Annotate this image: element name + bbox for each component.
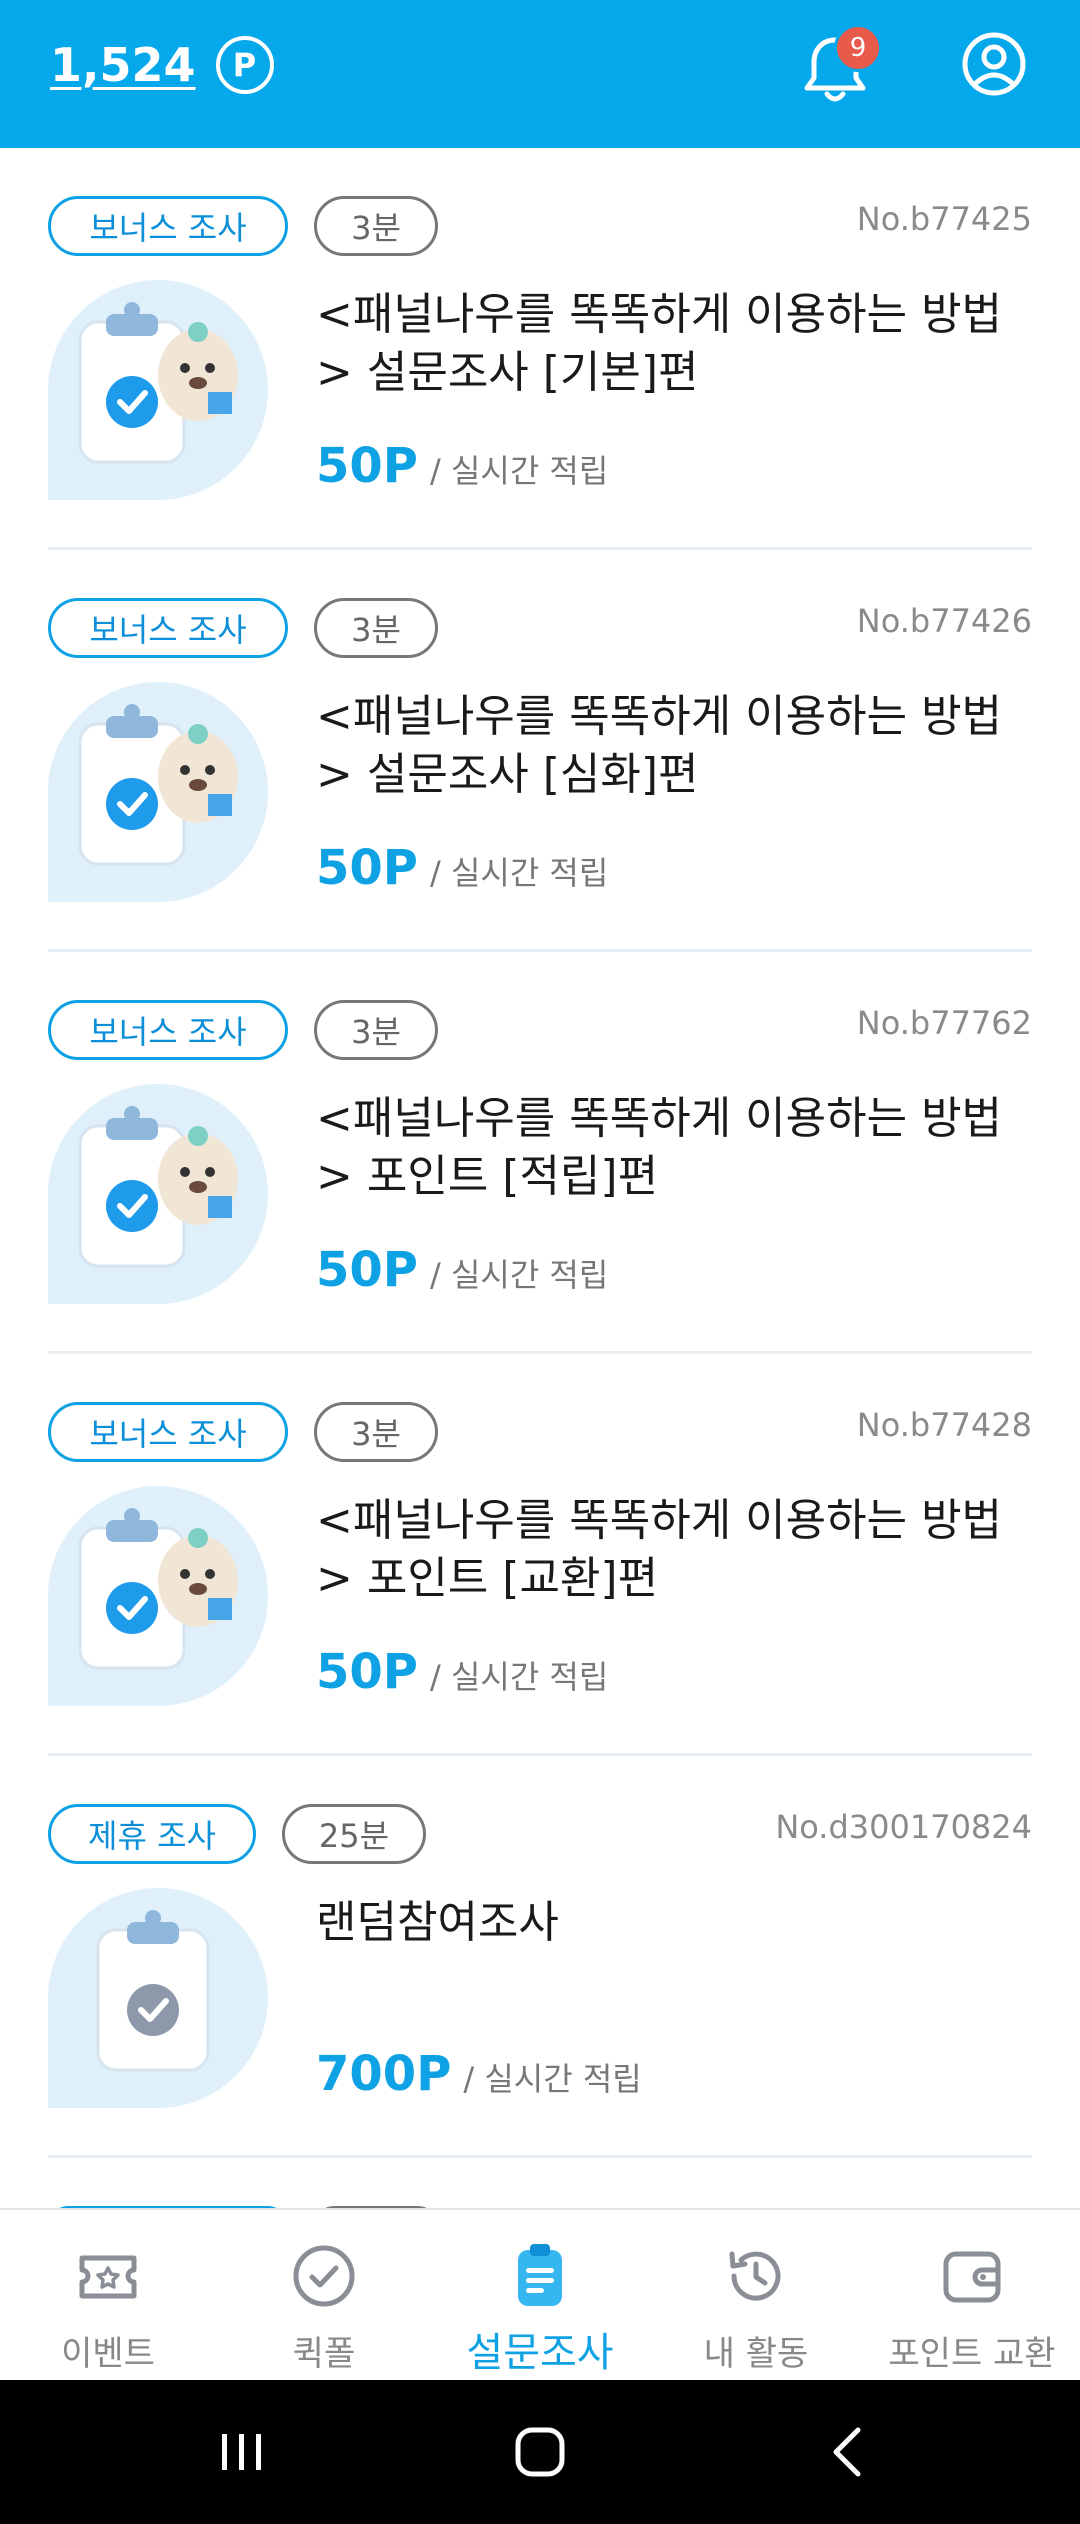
survey-card[interactable]: 보너스 조사 3분 No.b77426 <패널나우를 똑똑하게 이용하는 방법>… <box>48 550 1032 952</box>
reward-points: 50P <box>316 840 418 896</box>
survey-number: No.b77762 <box>856 1004 1032 1042</box>
survey-number: No.b77426 <box>856 602 1032 640</box>
nav-item-my-activity[interactable]: 내 활동 <box>648 2210 864 2380</box>
points-display[interactable]: 1,524 P <box>50 30 274 100</box>
clipboard-gray-icon <box>48 1888 268 2108</box>
nav-item-survey[interactable]: 설문조사 <box>432 2210 648 2380</box>
reward-note: / 실시간 적립 <box>429 1256 609 1294</box>
reward-points: 50P <box>316 438 418 494</box>
event-ticket-icon <box>79 2255 137 2299</box>
survey-title: <패널나우를 똑똑하게 이용하는 방법> 설문조사 [기본]편 <box>316 289 1003 398</box>
survey-card[interactable]: 보너스 조사 3분 No.b77425 <패널나우를 똑똑하게 이용하는 방법>… <box>48 148 1032 550</box>
survey-reward: 50P / 실시간 적립 <box>316 1644 608 1700</box>
nav-item-point-exchange[interactable]: 포인트 교환 <box>864 2210 1080 2380</box>
survey-reward: 50P / 실시간 적립 <box>316 1242 608 1298</box>
recent-apps-icon[interactable] <box>206 2416 278 2488</box>
home-icon[interactable] <box>504 2416 576 2488</box>
quickpoll-check-icon <box>293 2245 355 2307</box>
survey-duration-badge: 3분 <box>314 1000 438 1060</box>
nav-label: 이벤트 <box>61 2334 155 2374</box>
survey-title: <패널나우를 똑똑하게 이용하는 방법> 포인트 [교환]편 <box>316 1495 1003 1604</box>
clipboard-bear-icon <box>48 1486 268 1706</box>
survey-number: No.b77425 <box>856 200 1032 238</box>
survey-number: No.d300170824 <box>775 1808 1032 1846</box>
reward-note: / 실시간 적립 <box>429 452 609 490</box>
reward-note: / 실시간 적립 <box>429 1658 609 1696</box>
survey-type-tag: 보너스 조사 <box>48 1000 288 1060</box>
reward-note: / 실시간 적립 <box>429 854 609 892</box>
survey-type-tag: 보너스 조사 <box>48 598 288 658</box>
clipboard-bear-icon <box>48 682 268 902</box>
survey-type-tag: 보너스 조사 <box>48 1402 288 1462</box>
bottom-nav: 이벤트 퀵폴 설문조사 내 활동 포인트 교환 <box>0 2208 1080 2380</box>
reward-points: 50P <box>316 1644 418 1700</box>
survey-duration-badge: 25분 <box>282 1804 426 1864</box>
nav-item-quickpoll[interactable]: 퀵폴 <box>216 2210 432 2380</box>
survey-number: No.b77428 <box>856 1406 1032 1444</box>
points-balance[interactable]: 1,524 <box>50 38 196 92</box>
survey-list: 보너스 조사 3분 No.b77425 <패널나우를 똑똑하게 이용하는 방법>… <box>0 148 1080 2208</box>
nav-item-event[interactable]: 이벤트 <box>0 2210 216 2380</box>
nav-label: 포인트 교환 <box>888 2334 1056 2374</box>
point-p-icon: P <box>215 36 274 94</box>
reward-note: / 실시간 적립 <box>463 2060 642 2098</box>
survey-card[interactable]: 보너스 조사 3분 No.b77762 <패널나우를 똑똑하게 이용하는 방법>… <box>48 952 1032 1354</box>
nav-label: 퀵폴 <box>292 2334 356 2374</box>
survey-reward: 700P / 실시간 적립 <box>316 2046 642 2102</box>
survey-title: 랜덤참여조사 <box>316 1897 559 1948</box>
wallet-icon <box>943 2251 1001 2303</box>
clipboard-bear-icon <box>48 280 268 500</box>
survey-type-tag: 보너스 조사 <box>48 196 288 256</box>
survey-card[interactable]: 보너스 조사 3분 No.b77428 <패널나우를 똑똑하게 이용하는 방법>… <box>48 1354 1032 1756</box>
survey-card[interactable]: 제휴 조사 25분 No.d300170824 랜덤참여조사 700P / 실시… <box>48 1756 1032 2158</box>
survey-duration-badge: 3분 <box>314 1402 438 1462</box>
survey-type-tag: 제휴 조사 <box>48 1804 256 1864</box>
survey-duration-badge: 3분 <box>314 196 438 256</box>
survey-title: <패널나우를 똑똑하게 이용하는 방법> 설문조사 [심화]편 <box>316 691 1003 800</box>
history-clock-icon <box>729 2251 781 2301</box>
survey-reward: 50P / 실시간 적립 <box>316 438 608 494</box>
reward-points: 700P <box>316 2046 452 2102</box>
top-bar: 1,524 P 9 <box>0 0 1080 148</box>
nav-label: 설문조사 <box>466 2330 614 2376</box>
back-icon[interactable] <box>812 2416 884 2488</box>
reward-points: 50P <box>316 1242 418 1298</box>
survey-duration-badge: 3분 <box>314 598 438 658</box>
survey-title: <패널나우를 똑똑하게 이용하는 방법> 포인트 [적립]편 <box>316 1093 1003 1202</box>
notification-count-badge: 9 <box>834 24 882 72</box>
clipboard-bear-icon <box>48 1084 268 1304</box>
system-nav-bar <box>0 2380 1080 2524</box>
survey-reward: 50P / 실시간 적립 <box>316 840 608 896</box>
profile-icon[interactable] <box>960 30 1028 98</box>
nav-label: 내 활동 <box>703 2334 809 2374</box>
survey-document-icon <box>518 2244 562 2306</box>
